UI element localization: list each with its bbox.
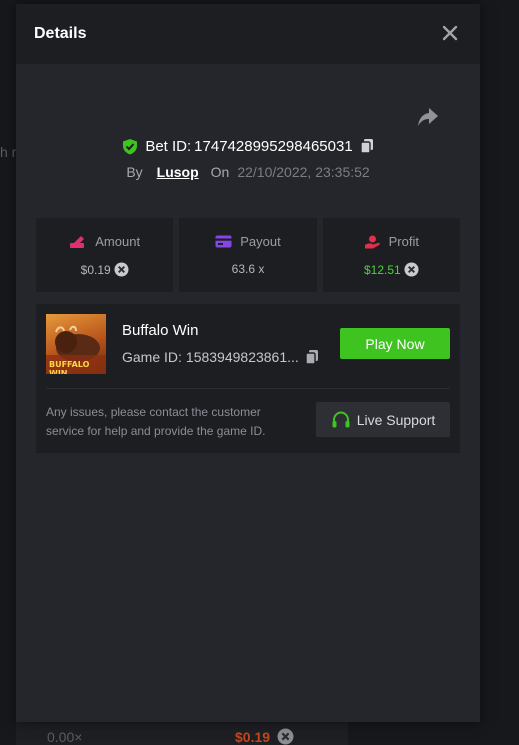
on-label: On [210, 164, 230, 180]
background-amount: $0.19 [235, 729, 271, 745]
live-support-button[interactable]: Live Support [316, 402, 450, 437]
hand-coin-icon [364, 235, 380, 248]
modal-title: Details [34, 25, 87, 42]
live-support-label: Live Support [356, 411, 436, 428]
bet-id-row: Bet ID: 1747428995298465031 [16, 135, 480, 157]
headset-icon [332, 410, 350, 427]
share-icon[interactable] [416, 106, 440, 128]
stat-amount-label: Amount [95, 234, 141, 249]
game-thumbnail[interactable]: BUFFALO WIN [46, 314, 106, 374]
divider [46, 388, 450, 389]
wallet-icon [70, 235, 85, 248]
bet-datetime: 22/10/2022, 23:35:52 [237, 164, 370, 180]
stat-payout-value: 63.6 x [231, 262, 265, 276]
game-thumbnail-text: BUFFALO WIN [49, 360, 90, 374]
game-card: BUFFALO WIN Buffalo Win Game ID: 1583949… [36, 304, 460, 453]
stat-amount-value: $0.19 [80, 262, 111, 277]
card-icon [215, 235, 232, 248]
copy-icon[interactable] [359, 138, 374, 154]
background-multiplier: 0.00× [47, 729, 83, 745]
stat-payout-label: Payout [240, 234, 281, 249]
bet-meta-row: By Lusop On 22/10/2022, 23:35:52 [16, 162, 480, 182]
game-id-value: 1583949823861... [185, 349, 299, 365]
game-id-label: Game ID: [122, 349, 182, 365]
background-coin-icon [277, 728, 294, 745]
close-icon[interactable] [440, 23, 460, 43]
modal-header: Details [16, 4, 480, 64]
stat-amount: Amount $0.19 [36, 218, 174, 292]
user-link[interactable]: Lusop [157, 164, 199, 180]
shield-check-icon [123, 138, 138, 154]
copy-icon[interactable] [305, 349, 319, 365]
by-label: By [126, 164, 143, 180]
bet-id-label: Bet ID: [145, 137, 192, 155]
stat-profit: Profit $12.51 [322, 218, 460, 292]
coin-icon [404, 262, 419, 277]
bet-id-value: 1747428995298465031 [194, 137, 353, 155]
stats-row: Amount $0.19 Payout 63.6 x Profit $12.51 [36, 218, 460, 292]
background-partial-text: h r [0, 144, 17, 160]
game-name: Buffalo Win [122, 322, 199, 339]
stat-profit-label: Profit [388, 234, 419, 249]
details-modal: Details Bet ID: 1747428995298465031 By L… [16, 4, 480, 722]
stat-profit-value: $12.51 [363, 262, 401, 277]
stat-payout: Payout 63.6 x [179, 218, 317, 292]
play-now-button[interactable]: Play Now [340, 328, 450, 359]
game-id-row: Game ID: 1583949823861... [122, 349, 319, 365]
help-text: Any issues, please contact the customer … [46, 405, 266, 438]
coin-icon [114, 262, 129, 277]
